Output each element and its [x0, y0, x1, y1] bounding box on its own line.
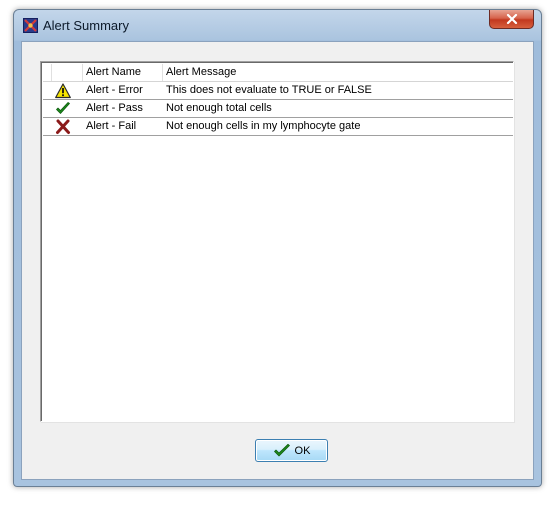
check-icon: [56, 102, 70, 114]
alert-list[interactable]: Alert Name Alert Message Alert - Error T…: [40, 61, 514, 422]
alert-name: Alert - Pass: [86, 102, 143, 114]
x-icon: [56, 119, 70, 134]
alert-message: Not enough cells in my lymphocyte gate: [166, 120, 361, 132]
table-row[interactable]: Alert - Pass Not enough total cells: [43, 100, 513, 118]
column-header-alert-message[interactable]: Alert Message: [163, 64, 513, 81]
alert-message: Not enough total cells: [166, 102, 272, 114]
ok-label: OK: [294, 444, 311, 457]
list-header: Alert Name Alert Message: [43, 64, 513, 82]
title-bar[interactable]: Alert Summary: [14, 10, 541, 42]
alert-name: Alert - Error: [86, 84, 143, 96]
warning-icon: [55, 83, 71, 99]
table-row[interactable]: Alert - Error This does not evaluate to …: [43, 82, 513, 100]
column-header-icon[interactable]: [43, 64, 83, 81]
alert-name: Alert - Fail: [86, 120, 137, 132]
dialog-body: Alert Name Alert Message Alert - Error T…: [21, 41, 534, 480]
alert-message: This does not evaluate to TRUE or FALSE: [166, 84, 372, 96]
table-row[interactable]: Alert - Fail Not enough cells in my lymp…: [43, 118, 513, 136]
alert-summary-dialog: Alert Summary Alert Name Alert Message A…: [13, 9, 542, 487]
check-icon: [273, 443, 290, 456]
close-button[interactable]: [489, 10, 534, 29]
ok-button[interactable]: OK: [255, 439, 328, 462]
close-icon: [506, 14, 517, 24]
app-logo-icon: [23, 18, 38, 33]
column-header-alert-name[interactable]: Alert Name: [83, 64, 163, 81]
window-title: Alert Summary: [43, 18, 129, 33]
